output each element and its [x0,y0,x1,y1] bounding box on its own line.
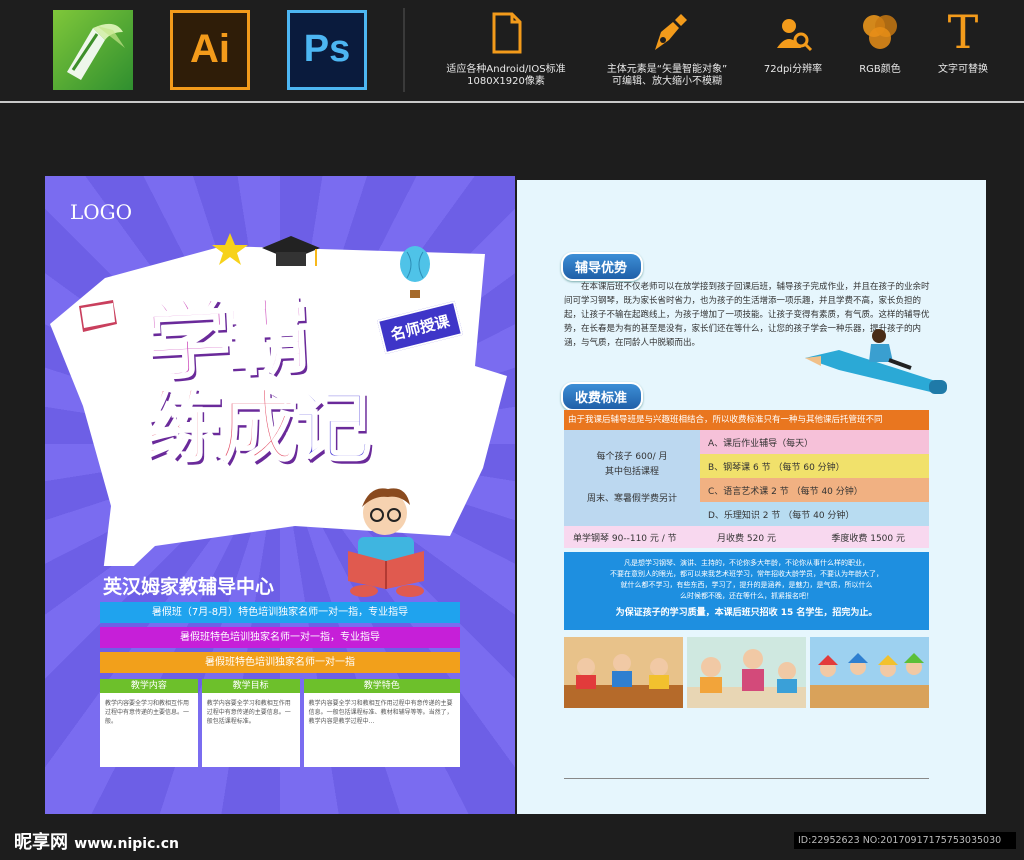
promo-band-1: 暑假班（7月-8月）特色培训独家名师一对一指，专业指导 [100,602,460,623]
promo-band-3: 暑假班特色培训独家名师一对一指 [100,652,460,673]
price-monthly: 月收费 520 元 [717,533,776,544]
rgb-circles-icon [850,10,910,56]
fee-summary-line: 每个孩子 600/ 月 [596,451,668,462]
watermark-url: www.nipic.cn [74,836,179,852]
flyer-back-page: 辅导优势 在本课后班不仅老师可以在放学接到孩子回课后班，辅导孩子完成作业，并且在… [517,180,986,814]
book-icon [79,300,117,332]
fee-summary-cell: 每个孩子 600/ 月 其中包括课程 周末、寒暑假学费另计 [564,430,700,526]
fee-course-row: B、钢琴课 6 节 （每节 60 分钟） [700,454,929,478]
section-title-advantages: 辅导优势 [561,252,644,281]
fee-table-header: 由于我课后辅导班是与兴趣班相结合，所以收费标准只有一种与其他课后托管班不同 [564,410,929,430]
feature-dpi: 72dpi分辨率 [758,10,828,76]
headline-line-2-a: 练成 [143,381,298,474]
column-content: 教学内容 教学内容要全学习和教相互作用过程中有意传递的主要信息。一般。 [100,679,198,767]
section-title-fees: 收费标准 [561,382,644,411]
illustrator-icon: Ai [170,10,250,90]
feature-resolution: 适应各种Android/IOS标准 1080X1920像素 [440,10,572,88]
column-title: 教学目标 [201,679,300,693]
feature-label-1: 适应各种Android/IOS标准 [446,64,566,75]
feature-label-5: 文字可替换 [938,64,988,75]
fee-course-list: A、课后作业辅导（每天） B、钢琴课 6 节 （每节 60 分钟） C、语言艺术… [700,430,929,526]
notice-line: 就什么都不学习，有些东西，学习了，提升的是涵养，是魅力，是气质，所以什么 [620,581,873,589]
user-search-icon [758,10,828,56]
price-piano: 单学钢琴 90--110 元 / 节 [573,533,677,544]
feature-text: T 文字可替换 [930,5,996,76]
classroom-photo-2 [687,637,806,708]
column-body: 教学内容要全学习和教相互作用过程中有意传递的主要信息。一般。 [105,700,190,725]
feature-label-2: 主体元素是“矢量智能对象” [606,64,728,75]
teaching-columns: 教学内容 教学内容要全学习和教相互作用过程中有意传递的主要信息。一般。 教学目标… [100,679,460,767]
fee-table-body: 每个孩子 600/ 月 其中包括课程 周末、寒暑假学费另计 A、课后作业辅导（每… [564,430,929,526]
headline-line-2-b: 记 [292,381,373,474]
watermark-brand: 昵享网 [14,832,68,853]
student-reading-illustration [348,488,424,597]
headline-line-2: 练成记 [143,364,373,476]
photoshop-icon: Ps [287,10,367,90]
text-t-icon: T [947,5,979,59]
notice-line: 凡是想学习钢琴、演讲、主持的，不论你多大年龄，不论你从事什么样的职业， [624,559,869,567]
fee-course-row: C、语言艺术课 2 节 （每节 40 分钟） [700,478,929,502]
classroom-photo-1 [564,637,683,708]
toolbar-divider [403,8,405,92]
star-icon [212,233,248,265]
site-watermark: 昵享网 www.nipic.cn [14,828,179,854]
flyer-front-page: LOGO 学霸 练成记 名师授课 英汉姆家教辅导中心 暑假班（7月-8月）特色培… [45,176,515,814]
column-body: 教学内容要全学习和教相互作用过程中有意传递的主要信息。一般包括课程标准、教材和辅… [308,700,453,725]
fee-summary-line: 周末、寒暑假学费另计 [586,493,677,504]
feature-sublabel-2: 可编辑、放大缩小不模糊 [612,76,722,87]
corel-logo-graphic [67,23,125,80]
column-body: 教学内容要全学习和教相互作用过程中有意传递的主要信息。一般包括课程标准。 [206,700,291,725]
column-feature: 教学特色 教学内容要全学习和教相互作用过程中有意传递的主要信息。一般包括课程标准… [303,679,460,767]
notice-highlight: 为保证孩子的学习质量，本课后班只招收 15 名学生，招完为止。 [615,608,878,618]
column-title: 教学特色 [303,679,460,693]
image-id-label: ID:22952623 NO:20170917175753035030 [794,832,1016,849]
fee-course-row: D、乐理知识 2 节 （每节 40 分钟） [700,502,929,526]
top-toolbar: Ai Ps 适应各种Android/IOS标准 1080X1920像素 主体元素… [0,0,1024,103]
notice-line: 不要在意别人的眼光，都可以来我艺术班学习，常年招收大龄学员，不要认为年龄大了， [610,570,883,578]
feature-label-4: RGB颜色 [859,64,901,75]
feature-label-3: 72dpi分辨率 [763,64,823,75]
feature-vector: 主体元素是“矢量智能对象” 可编辑、放大缩小不模糊 [598,10,736,88]
corel-icon [53,10,133,90]
notice-line: 么时候都不晚，还在等什么，抓紧报名吧！ [680,592,813,600]
price-quarterly: 季度收费 1500 元 [831,533,905,544]
column-title: 教学内容 [100,679,198,693]
classroom-photo-3 [810,637,929,708]
fee-course-row: A、课后作业辅导（每天） [700,430,929,454]
kid-on-pencil-illustration [805,329,947,394]
fee-prices-row: 单学钢琴 90--110 元 / 节 月收费 520 元 季度收费 1500 元 [564,526,929,548]
fee-table: 由于我课后辅导班是与兴趣班相结合，所以收费标准只有一种与其他课后托管班不同 每个… [564,410,929,548]
hot-air-balloon-icon [400,246,430,298]
promo-band-2: 暑假班特色培训独家名师一对一指，专业指导 [100,627,460,648]
fee-summary-line: 其中包括课程 [604,466,659,477]
document-icon [440,10,572,56]
feature-sublabel-1: 1080X1920像素 [467,76,545,87]
enrollment-notice: 凡是想学习钢琴、演讲、主持的，不论你多大年龄，不论你从事什么样的职业， 不要在意… [564,552,929,630]
feature-rgb: RGB颜色 [850,10,910,76]
pen-nib-icon [598,10,736,56]
center-name: 英汉姆家教辅导中心 [103,576,275,598]
footer-rule [564,778,929,779]
column-goal: 教学目标 教学内容要全学习和教相互作用过程中有意传递的主要信息。一般包括课程标准… [201,679,300,767]
